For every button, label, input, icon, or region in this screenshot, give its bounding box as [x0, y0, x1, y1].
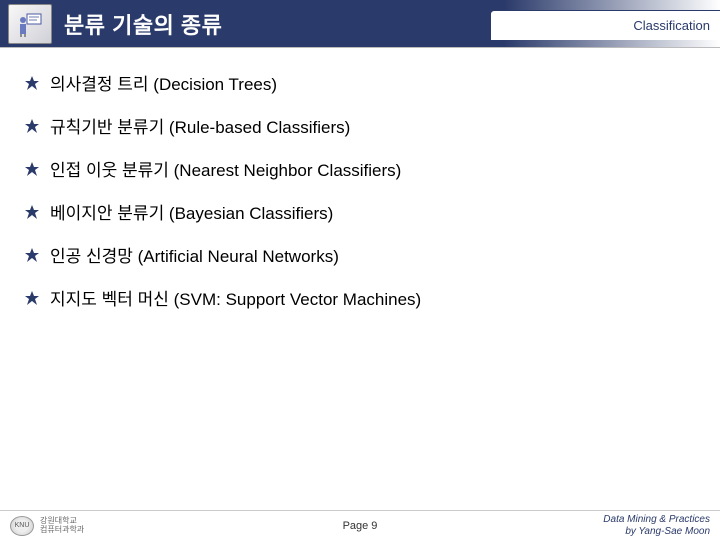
bullet-icon: [24, 75, 40, 91]
bullet-icon: [24, 247, 40, 263]
slide-footer: KNU 강원대학교 컴퓨터과학과 Page 9 Data Mining & Pr…: [0, 510, 720, 540]
page-number: Page 9: [343, 520, 378, 532]
slide-title: 분류 기술의 종류: [64, 8, 222, 40]
slide-category: Classification: [633, 18, 710, 33]
slide-content: 의사결정 트리 (Decision Trees) 규칙기반 분류기 (Rule-…: [0, 48, 720, 310]
bullet-icon: [24, 161, 40, 177]
list-item: 지지도 벡터 머신 (SVM: Support Vector Machines): [24, 285, 696, 310]
list-item-text: 지지도 벡터 머신 (SVM: Support Vector Machines): [50, 285, 421, 310]
credit-line2: by Yang-Sae Moon: [603, 526, 710, 538]
institution-name: 강원대학교 컴퓨터과학과: [40, 517, 84, 535]
university-logo-icon: KNU: [10, 516, 34, 536]
list-item: 베이지안 분류기 (Bayesian Classifiers): [24, 199, 696, 224]
list-item-text: 의사결정 트리 (Decision Trees): [50, 70, 277, 95]
list-item-text: 베이지안 분류기 (Bayesian Classifiers): [50, 199, 333, 224]
bullet-icon: [24, 290, 40, 306]
presenter-icon: [8, 4, 52, 44]
list-item: 인공 신경망 (Artificial Neural Networks): [24, 242, 696, 267]
list-item-text: 규칙기반 분류기 (Rule-based Classifiers): [50, 113, 350, 138]
list-item-text: 인접 이웃 분류기 (Nearest Neighbor Classifiers): [50, 156, 401, 181]
slide-header: 분류 기술의 종류 Classification: [0, 0, 720, 48]
credit-line1: Data Mining & Practices: [603, 514, 710, 526]
list-item: 규칙기반 분류기 (Rule-based Classifiers): [24, 113, 696, 138]
list-item: 인접 이웃 분류기 (Nearest Neighbor Classifiers): [24, 156, 696, 181]
bullet-icon: [24, 118, 40, 134]
footer-credit: Data Mining & Practices by Yang-Sae Moon: [603, 514, 710, 538]
list-item: 의사결정 트리 (Decision Trees): [24, 70, 696, 95]
institution-line2: 컴퓨터과학과: [40, 526, 84, 535]
header-tag-container: Classification: [490, 10, 720, 40]
list-item-text: 인공 신경망 (Artificial Neural Networks): [50, 242, 339, 267]
bullet-icon: [24, 204, 40, 220]
